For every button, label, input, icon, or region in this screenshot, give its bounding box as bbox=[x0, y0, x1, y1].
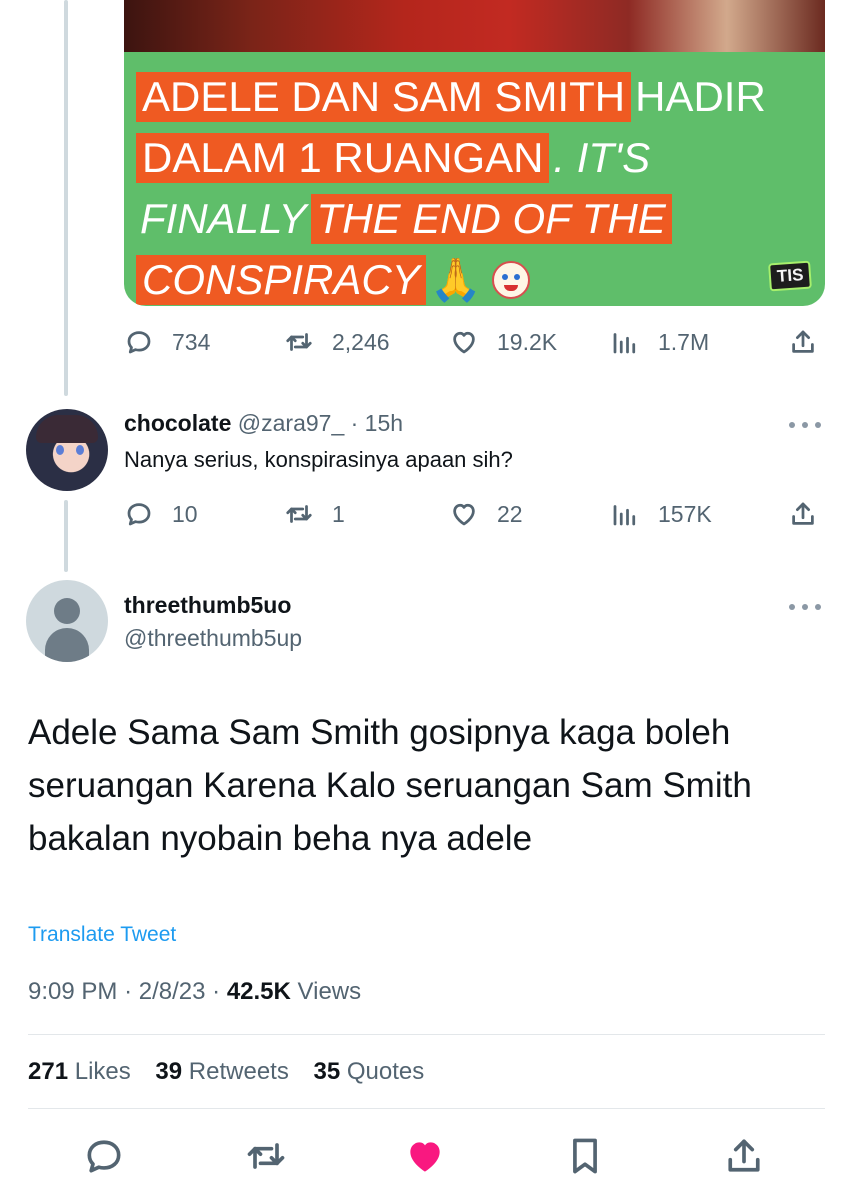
media-caption-segment: HADIR bbox=[635, 72, 766, 120]
media-caption-segment: FINALLY bbox=[140, 194, 307, 242]
retweet-count: 2,246 bbox=[332, 328, 390, 355]
retweets-stat[interactable]: 39 Retweets bbox=[155, 1058, 288, 1085]
media-logo: TIS bbox=[767, 260, 812, 292]
media-caption-line-3: FINALLY THE END OF THE bbox=[136, 188, 770, 249]
retweets-total: 39 bbox=[155, 1058, 183, 1085]
retweet-icon[interactable] bbox=[244, 1134, 288, 1178]
quotes-total: 35 bbox=[313, 1058, 341, 1085]
reply-icon bbox=[127, 503, 151, 526]
share-icon[interactable] bbox=[722, 1134, 766, 1178]
like-count: 22 bbox=[497, 500, 523, 527]
likes-label: Likes bbox=[74, 1058, 131, 1085]
tweet-meta: 9:09 PM · 2/8/23 · 42.5K Views bbox=[28, 978, 361, 1006]
reply-actions: 10 1 22 157K bbox=[124, 494, 825, 534]
reply-button[interactable]: 734 bbox=[124, 322, 210, 362]
tweet-timestamp[interactable]: · 15h bbox=[351, 410, 403, 436]
author-handle[interactable]: @threethumb5up bbox=[124, 625, 302, 651]
views-count: 157K bbox=[658, 500, 712, 527]
like-button[interactable]: 19.2K bbox=[449, 322, 557, 362]
like-count: 19.2K bbox=[497, 328, 558, 355]
retweet-icon bbox=[286, 333, 312, 351]
retweet-icon bbox=[286, 505, 312, 523]
author-handle[interactable]: @zara97_ bbox=[238, 410, 344, 436]
heart-icon[interactable] bbox=[403, 1134, 447, 1178]
quoted-tweet-actions: 734 2,246 19.2K 1.7M bbox=[124, 322, 825, 362]
media-caption: ADELE DAN SAM SMITH HADIR DALAM 1 RUANGAN… bbox=[136, 66, 770, 306]
media-caption-segment: THE END OF THE bbox=[310, 193, 672, 244]
views-button[interactable]: 157K bbox=[610, 494, 712, 534]
media-caption-line-2: DALAM 1 RUANGAN. IT'S bbox=[136, 127, 770, 188]
heart-icon bbox=[453, 331, 475, 354]
media-caption-segment: DALAM 1 RUANGAN bbox=[136, 132, 550, 183]
avatar[interactable] bbox=[26, 580, 108, 662]
reply-text: Nanya serius, konspirasinya apaan sih? bbox=[124, 447, 513, 472]
media-caption-segment: . IT'S bbox=[553, 133, 651, 181]
default-avatar-head bbox=[54, 598, 80, 624]
tweet-media-image[interactable]: ADELE DAN SAM SMITH HADIR DALAM 1 RUANGAN… bbox=[124, 0, 825, 306]
tweet-date[interactable]: 2/8/23 bbox=[139, 978, 206, 1005]
thread-line-top bbox=[64, 0, 68, 396]
clown-emoji-icon bbox=[492, 260, 531, 299]
reply-button[interactable]: 10 bbox=[124, 494, 198, 534]
translate-tweet-link[interactable]: Translate Tweet bbox=[28, 923, 176, 947]
reply-icon bbox=[127, 331, 151, 354]
tweet-action-bar bbox=[0, 1130, 853, 1180]
retweet-count: 1 bbox=[332, 500, 345, 527]
more-options-icon[interactable] bbox=[789, 602, 821, 612]
likes-stat[interactable]: 271 Likes bbox=[28, 1058, 131, 1085]
pray-emoji-icon: 🙏 bbox=[429, 255, 483, 303]
retweets-label: Retweets bbox=[188, 1058, 289, 1085]
retweet-button[interactable]: 1 bbox=[284, 494, 345, 534]
more-options-icon[interactable] bbox=[789, 420, 821, 430]
meta-separator: · bbox=[124, 978, 133, 1005]
media-caption-line-4: CONSPIRACY 🙏 bbox=[136, 249, 770, 306]
meta-separator: · bbox=[212, 978, 221, 1005]
retweet-button[interactable]: 2,246 bbox=[284, 322, 390, 362]
share-button[interactable] bbox=[788, 322, 818, 362]
author-name[interactable]: chocolate bbox=[124, 410, 231, 436]
bookmark-icon[interactable] bbox=[563, 1134, 607, 1178]
tweet-time[interactable]: 9:09 PM bbox=[28, 978, 117, 1005]
reply-count: 10 bbox=[172, 500, 198, 527]
share-icon bbox=[792, 330, 814, 353]
views-count: 1.7M bbox=[658, 328, 710, 355]
share-button[interactable] bbox=[788, 494, 818, 534]
views-button[interactable]: 1.7M bbox=[610, 322, 709, 362]
thread-line-middle bbox=[64, 500, 68, 572]
avatar[interactable] bbox=[26, 409, 108, 491]
quotes-stat[interactable]: 35 Quotes bbox=[314, 1058, 425, 1085]
share-icon bbox=[792, 502, 814, 525]
views-label: Views bbox=[297, 978, 362, 1005]
reply-icon[interactable] bbox=[82, 1134, 126, 1178]
divider bbox=[28, 1108, 825, 1109]
engagement-stats: 271 Likes 39 Retweets 35 Quotes bbox=[28, 1058, 442, 1086]
likes-total: 271 bbox=[28, 1058, 69, 1085]
media-caption-line-1: ADELE DAN SAM SMITH HADIR bbox=[136, 66, 770, 127]
tweet-text: Adele Sama Sam Smith gosipnya kaga boleh… bbox=[28, 713, 752, 858]
quotes-label: Quotes bbox=[346, 1058, 425, 1085]
views-icon bbox=[613, 505, 636, 526]
main-author-handle-row: @threethumb5up bbox=[124, 625, 302, 652]
default-avatar-body bbox=[45, 628, 89, 662]
views-icon bbox=[613, 333, 636, 354]
views-total: 42.5K bbox=[226, 978, 291, 1005]
divider bbox=[28, 1034, 825, 1035]
heart-icon bbox=[453, 503, 475, 526]
media-caption-segment: CONSPIRACY bbox=[136, 254, 426, 305]
main-author-name-row: threethumb5uo bbox=[124, 592, 291, 619]
like-button[interactable]: 22 bbox=[449, 494, 523, 534]
reply-count: 734 bbox=[172, 328, 211, 355]
media-photo-strip bbox=[124, 0, 825, 52]
author-name[interactable]: threethumb5uo bbox=[124, 592, 291, 618]
reply-author-row: chocolate @zara97_ · 15h bbox=[124, 410, 403, 437]
media-caption-segment: ADELE DAN SAM SMITH bbox=[136, 71, 632, 122]
